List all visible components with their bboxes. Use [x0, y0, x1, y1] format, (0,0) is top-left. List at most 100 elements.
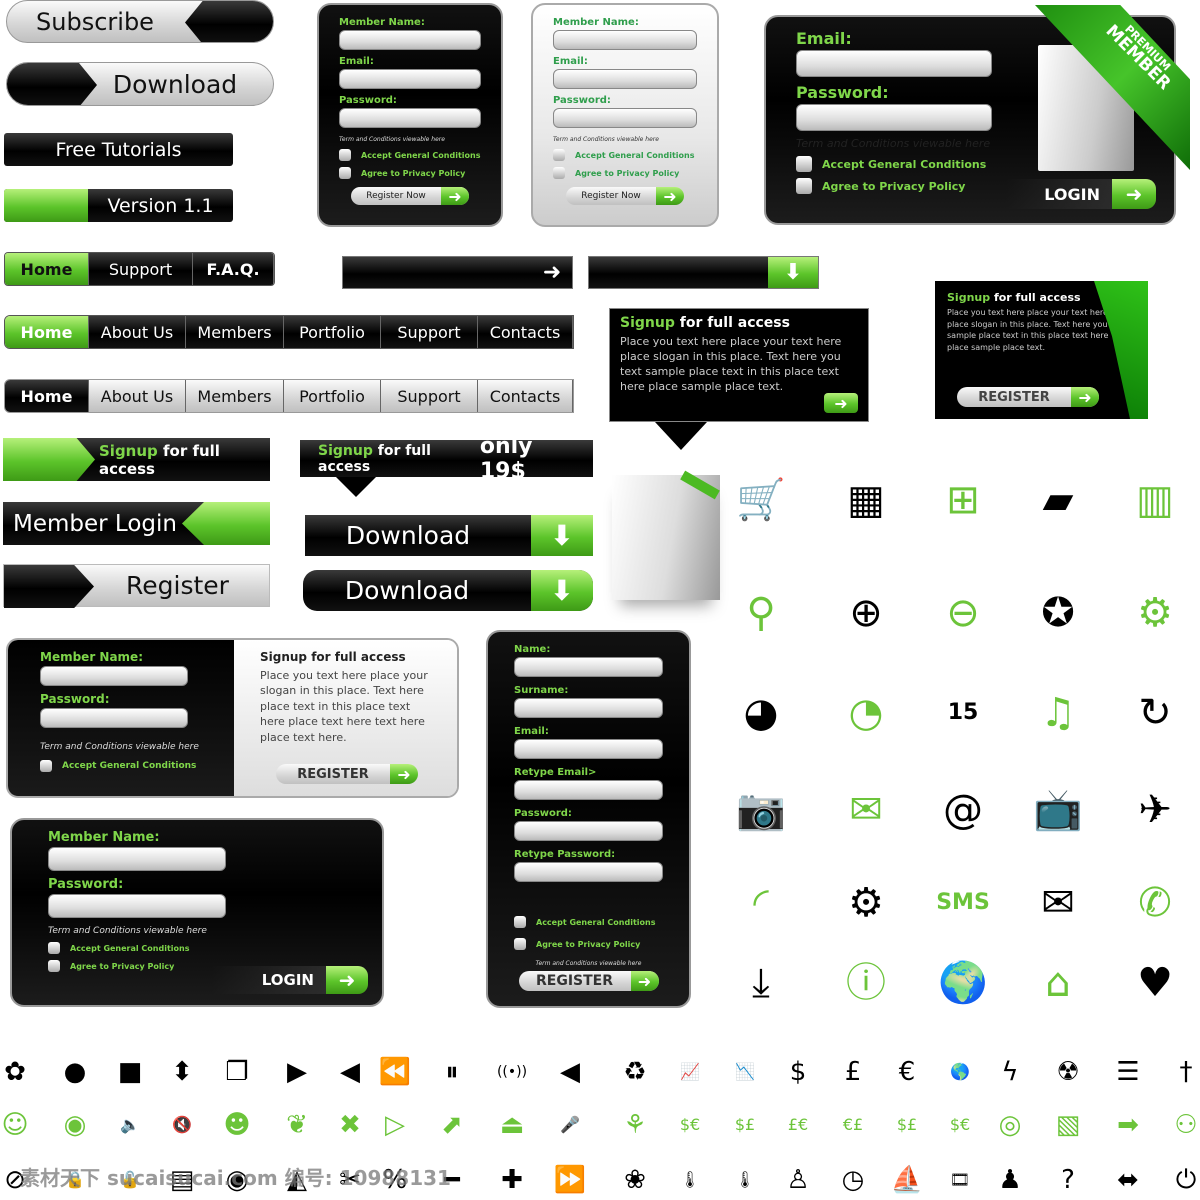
play-icon[interactable]: ▶	[277, 1052, 317, 1092]
small-nav-home[interactable]: Home	[5, 253, 89, 285]
register-button[interactable]: REGISTER ➜	[276, 764, 418, 784]
home-icon[interactable]: ⌂	[1030, 958, 1086, 1008]
cart-icon[interactable]: 🛒	[733, 475, 789, 525]
nav2-contacts[interactable]: Contacts	[478, 380, 573, 412]
zoom-in-icon[interactable]: ⚲	[733, 588, 789, 638]
fast-forward-icon[interactable]: ⏩	[550, 1160, 590, 1200]
arrow-right-bar[interactable]: ➜	[342, 256, 573, 289]
info-icon[interactable]: ⓘ	[838, 958, 894, 1008]
member-name-input[interactable]	[40, 666, 188, 686]
nav2-members[interactable]: Members	[186, 380, 284, 412]
chart-down-icon[interactable]: 📉	[725, 1052, 765, 1092]
sitemap-icon[interactable]: ⊞	[935, 475, 991, 525]
nav1-support[interactable]: Support	[381, 316, 478, 348]
lightning-icon[interactable]: ϟ	[990, 1052, 1030, 1092]
mail-icon[interactable]: ✉	[1030, 878, 1086, 928]
form-input[interactable]	[514, 821, 663, 841]
register-button[interactable]: REGISTER ➜	[518, 971, 659, 991]
password-input[interactable]	[48, 894, 226, 918]
gear-icon[interactable]: ⚙	[838, 878, 894, 928]
euro-icon[interactable]: €	[887, 1052, 927, 1092]
form-input[interactable]	[514, 862, 663, 882]
download-big-button-rounded[interactable]: Download ⬇	[303, 570, 593, 611]
terms-link[interactable]: Term and Conditions viewable here	[514, 960, 663, 967]
email-input[interactable]	[796, 50, 992, 77]
nav1-portfolio[interactable]: Portfolio	[284, 316, 381, 348]
leaf-icon[interactable]: ❦	[277, 1105, 317, 1145]
terms-link[interactable]: Term and Conditions viewable here	[339, 136, 481, 143]
phone-icon[interactable]: ✆	[1127, 878, 1183, 928]
trash-icon[interactable]: ▥	[1127, 475, 1183, 525]
member-login-button[interactable]: Member Login	[3, 502, 270, 545]
rss-icon[interactable]: ◜	[733, 878, 789, 928]
accept-checkbox[interactable]	[796, 156, 812, 172]
signup-price-bar[interactable]: Signup for full access only 19$	[300, 434, 593, 484]
diagonal-arrow-icon[interactable]: ⬈	[432, 1105, 472, 1145]
nav1-members[interactable]: Members	[186, 316, 284, 348]
member-name-input[interactable]	[48, 847, 226, 871]
nav2-about[interactable]: About Us	[89, 380, 186, 412]
password-input[interactable]	[796, 104, 992, 131]
register-now-button[interactable]: Register Now ➜	[566, 187, 684, 205]
register-now-button[interactable]: Register Now ➜	[351, 187, 469, 205]
subscribe-button[interactable]: Subscribe	[6, 0, 274, 43]
speaker-icon[interactable]: 🔈	[110, 1105, 150, 1145]
peel-register-button[interactable]: REGISTER ➜	[957, 387, 1099, 407]
person-cheer-icon[interactable]: ☺	[0, 1105, 35, 1145]
question-icon[interactable]: ?	[1048, 1160, 1088, 1200]
member-name-input[interactable]	[339, 30, 481, 50]
currency-exchange-icon[interactable]: $€	[940, 1105, 980, 1145]
calculator-icon[interactable]: ▦	[838, 475, 894, 525]
person-icon[interactable]: ♙	[778, 1160, 818, 1200]
member-name-input[interactable]	[553, 30, 697, 50]
accept-checkbox[interactable]	[514, 916, 526, 928]
privacy-checkbox[interactable]	[514, 938, 526, 950]
film-icon[interactable]: 🎞	[940, 1160, 980, 1200]
download-big-button[interactable]: Download ⬇	[305, 515, 593, 556]
terms-link[interactable]: Term and Conditions viewable here	[40, 742, 202, 752]
chart-up-icon[interactable]: 📈	[670, 1052, 710, 1092]
square-icon[interactable]: ■	[110, 1052, 150, 1092]
accept-checkbox[interactable]	[40, 760, 52, 772]
small-nav-support[interactable]: Support	[89, 253, 193, 285]
pie-chart-icon[interactable]: ◕	[733, 688, 789, 738]
solar-panel-icon[interactable]: ▧	[1048, 1105, 1088, 1145]
microphone-icon[interactable]: 🎤	[550, 1105, 590, 1145]
envelope-open-icon[interactable]: ✉	[838, 785, 894, 835]
plant-icon[interactable]: ⚘	[615, 1105, 655, 1145]
accept-checkbox[interactable]	[48, 942, 60, 954]
circle-icon[interactable]: ●	[55, 1052, 95, 1092]
accept-checkbox[interactable]	[339, 149, 351, 161]
windows-icon[interactable]: ❐	[217, 1052, 257, 1092]
close-x-icon[interactable]: ✖	[330, 1105, 370, 1145]
nav1-about[interactable]: About Us	[89, 316, 186, 348]
arrow-right-icon[interactable]: ➡	[1108, 1105, 1148, 1145]
sailboat-icon[interactable]: ⛵	[887, 1160, 927, 1200]
zoom-out-icon[interactable]: ⊖	[935, 588, 991, 638]
password-input[interactable]	[40, 708, 188, 728]
smiley-icon[interactable]: ☻	[217, 1105, 257, 1145]
gears-icon[interactable]: ⚙	[1127, 588, 1183, 638]
clock-icon[interactable]: ◷	[833, 1160, 873, 1200]
accept-checkbox[interactable]	[553, 149, 565, 161]
sms-icon[interactable]: SMS	[935, 878, 991, 928]
next-icon[interactable]: ▷	[375, 1105, 415, 1145]
tree-icon[interactable]: ❀	[615, 1160, 655, 1200]
form-input[interactable]	[514, 657, 663, 677]
cd-icon[interactable]: ◉	[55, 1105, 95, 1145]
globe-icon[interactable]: 🌍	[935, 958, 991, 1008]
zoom-in-icon[interactable]: ⊕	[838, 588, 894, 638]
dollar-icon[interactable]: $	[778, 1052, 818, 1092]
pie-chart-icon[interactable]: ◔	[838, 688, 894, 738]
login-button[interactable]: LOGIN ➜	[1006, 179, 1156, 209]
world-icon[interactable]: 🌎	[940, 1052, 980, 1092]
lamp-icon[interactable]: ⏏	[492, 1105, 532, 1145]
list-icon[interactable]: ☰	[1108, 1052, 1148, 1092]
pause-icon[interactable]: ⏸	[432, 1052, 472, 1092]
broadcast-icon[interactable]: ((•))	[492, 1052, 532, 1092]
airplane-icon[interactable]: ✈	[1127, 785, 1183, 835]
up-down-icon[interactable]: ⬍	[162, 1052, 202, 1092]
register-button[interactable]: Register	[3, 564, 270, 608]
nav2-support[interactable]: Support	[381, 380, 478, 412]
prev-icon[interactable]: ◀	[550, 1052, 590, 1092]
